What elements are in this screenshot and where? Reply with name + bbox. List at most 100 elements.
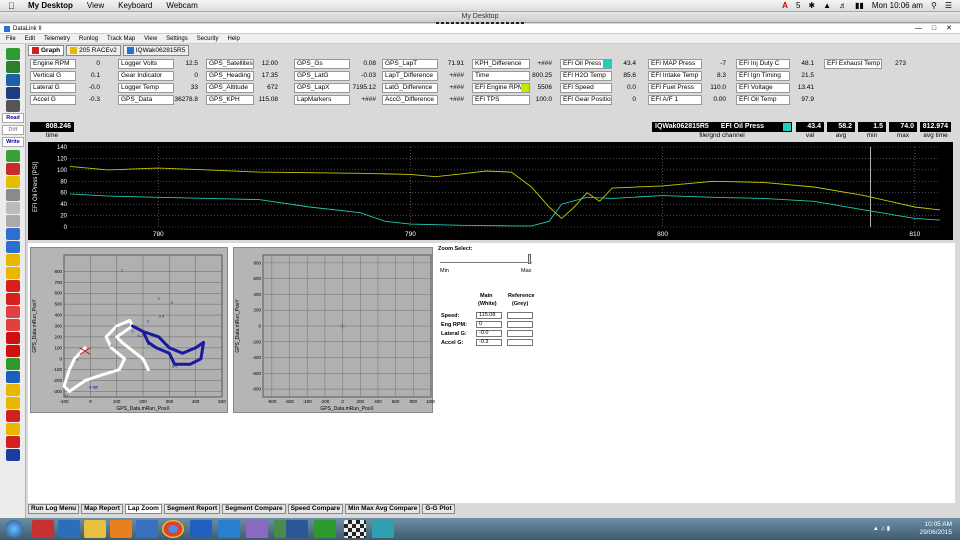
tab-map-report[interactable]: Map Report — [81, 504, 123, 514]
save-icon[interactable] — [6, 87, 20, 99]
menu-telemetry[interactable]: Telemetry — [44, 34, 70, 43]
mac-menu-view[interactable]: View — [87, 1, 104, 10]
flag-icon[interactable] — [6, 410, 20, 422]
volume-icon[interactable]: ♬ — [839, 1, 847, 10]
channel-label[interactable]: LapT_Difference — [382, 71, 438, 81]
delete-icon[interactable] — [6, 436, 20, 448]
align-bottom-icon[interactable] — [6, 267, 20, 279]
adobe-icon[interactable]: A — [782, 1, 788, 10]
import-icon[interactable] — [6, 74, 20, 86]
channel-label[interactable]: LapMarkers — [294, 95, 350, 105]
tab-segment-compare[interactable]: Segment Compare — [222, 504, 286, 514]
trace-svg[interactable]: 0 20 40 60 80 100 120 140 780 790 800 810 EFI Oil Pr… — [28, 142, 953, 240]
print-icon[interactable] — [6, 100, 20, 112]
menu-edit[interactable]: Edit — [25, 34, 35, 43]
mac-menu-keyboard[interactable]: Keyboard — [118, 1, 152, 10]
channel-label[interactable]: GPS_Altitude — [206, 83, 254, 93]
minimize-icon[interactable]: — — [915, 24, 922, 34]
taskbar-word-icon[interactable] — [286, 520, 308, 538]
taskbar-tool-icon[interactable] — [190, 520, 212, 538]
maximize-icon[interactable]: □ — [932, 24, 936, 34]
channel-label[interactable]: EFI Intake Temp — [648, 71, 702, 81]
channel-label[interactable]: Lateral G — [30, 83, 76, 93]
compress-icon[interactable] — [6, 319, 20, 331]
zoom-slider-thumb[interactable] — [528, 254, 531, 264]
graph-icon[interactable] — [6, 150, 20, 162]
stretch-icon[interactable] — [6, 306, 20, 318]
diff-button[interactable]: Diff — [2, 125, 24, 135]
mac-menu-webcam[interactable]: Webcam — [166, 1, 197, 10]
menu-help[interactable]: Help — [227, 34, 239, 43]
taskbar-media-icon[interactable] — [110, 520, 132, 538]
compare-icon[interactable] — [6, 423, 20, 435]
menu-track-map[interactable]: Track Map — [107, 34, 135, 43]
bluetooth-icon[interactable]: ✱ — [808, 1, 815, 10]
mark-icon[interactable] — [6, 384, 20, 396]
channel-label[interactable]: EFI Speed — [560, 83, 612, 93]
taskbar-datalink-icon[interactable] — [344, 520, 366, 538]
zoom-slider-track[interactable] — [440, 262, 532, 263]
tab-segment-report[interactable]: Segment Report — [163, 504, 221, 514]
tab-graph[interactable]: Graph — [28, 45, 65, 56]
apple-icon[interactable]:  — [8, 1, 18, 11]
system-tray-icons[interactable]: ▲ ♫ ▮ — [873, 525, 890, 532]
sync-icon[interactable] — [6, 371, 20, 383]
channel-label[interactable]: GPS_Heading — [206, 71, 254, 81]
taskbar-app-14-icon[interactable] — [372, 520, 394, 538]
pen-icon[interactable] — [6, 176, 20, 188]
taskbar-chrome-icon[interactable] — [162, 520, 184, 538]
channel-label[interactable]: GPS_Gs — [294, 59, 350, 69]
battery-icon[interactable]: ▮▮ — [855, 1, 864, 10]
channel-label[interactable]: GPS_LapT — [382, 59, 438, 69]
menu-security[interactable]: Security — [197, 34, 219, 43]
channel-label[interactable]: Gear Indicator — [118, 71, 174, 81]
zoom-map-svg[interactable]: -800 -600 -400 -200 0 200 400 600 800 1000 -800 -60… — [233, 247, 435, 417]
mac-clock[interactable]: Mon 10:06 am — [872, 1, 923, 10]
channel-label[interactable]: EFI Oil Temp — [736, 95, 790, 105]
channel-label[interactable]: LatG_Difference — [382, 83, 438, 93]
channel-label[interactable]: EFI Gear Position — [560, 95, 612, 105]
channel-label[interactable]: GPS_Data — [118, 95, 174, 105]
channel-label[interactable]: EFI Voltage — [736, 83, 790, 93]
channel-label[interactable]: Logger Volts — [118, 59, 174, 69]
zoom-out-icon[interactable] — [6, 241, 20, 253]
segment-icon[interactable] — [6, 397, 20, 409]
channel-label[interactable]: GPS_LapX — [294, 83, 350, 93]
channel-label[interactable]: EFI Ign Timing — [736, 71, 790, 81]
taskbar-clock[interactable]: 10:05 AM 29/06/2015 — [919, 521, 952, 537]
tab-race-config[interactable]: 205 RACEv2 — [66, 45, 121, 56]
arrow-right-icon[interactable] — [6, 293, 20, 305]
channel-label[interactable]: GPS_LatG — [294, 71, 350, 81]
tab-min-max-avg-compare[interactable]: Min Max Avg Compare — [345, 504, 421, 514]
gear-icon[interactable] — [6, 215, 20, 227]
lap-icon[interactable] — [6, 358, 20, 370]
channel-label[interactable]: EFI Exhaust Temp — [824, 59, 882, 69]
notification-icon[interactable]: ☰ — [945, 1, 952, 10]
trace-plot[interactable]: 0 20 40 60 80 100 120 140 780 790 800 810 EFI Oil Pr… — [28, 142, 953, 240]
taskbar-app-8-icon[interactable] — [218, 520, 240, 538]
taskbar-app-5-icon[interactable] — [136, 520, 158, 538]
cursor-icon[interactable] — [6, 345, 20, 357]
channel-label[interactable]: GPS_KPH — [206, 95, 254, 105]
read-button[interactable]: Read — [2, 113, 24, 123]
channel-label[interactable]: EFI TPS — [472, 95, 530, 105]
tab-run-log-menu[interactable]: Run Log Menu — [28, 504, 80, 514]
tab-run-file[interactable]: IQWak062815R5 — [122, 45, 190, 56]
help-icon[interactable] — [6, 449, 20, 461]
align-top-icon[interactable] — [6, 254, 20, 266]
taskbar-folder-icon[interactable] — [84, 520, 106, 538]
channel-color-swatch[interactable] — [603, 60, 611, 68]
settings-icon[interactable] — [6, 202, 20, 214]
cursor-file-box[interactable]: IQWak062815R5 EFI Oil Press — [652, 122, 792, 132]
channel-label[interactable]: Time — [472, 71, 530, 81]
new-icon[interactable] — [6, 48, 20, 60]
menu-file[interactable]: File — [6, 34, 16, 43]
channel-label[interactable]: Logger Temp — [118, 83, 174, 93]
arrow-left-icon[interactable] — [6, 280, 20, 292]
color-icon[interactable] — [6, 163, 20, 175]
mac-menu-app[interactable]: My Desktop — [28, 1, 73, 10]
channel-label[interactable]: KPH_Difference — [472, 59, 530, 69]
close-icon[interactable]: ✕ — [946, 24, 952, 34]
channel-label[interactable]: EFI A/F 1 — [648, 95, 702, 105]
track-map-svg[interactable]: -100 0 100 200 300 400 500 -300 -200 -100 0 100 200 3… — [30, 247, 230, 417]
